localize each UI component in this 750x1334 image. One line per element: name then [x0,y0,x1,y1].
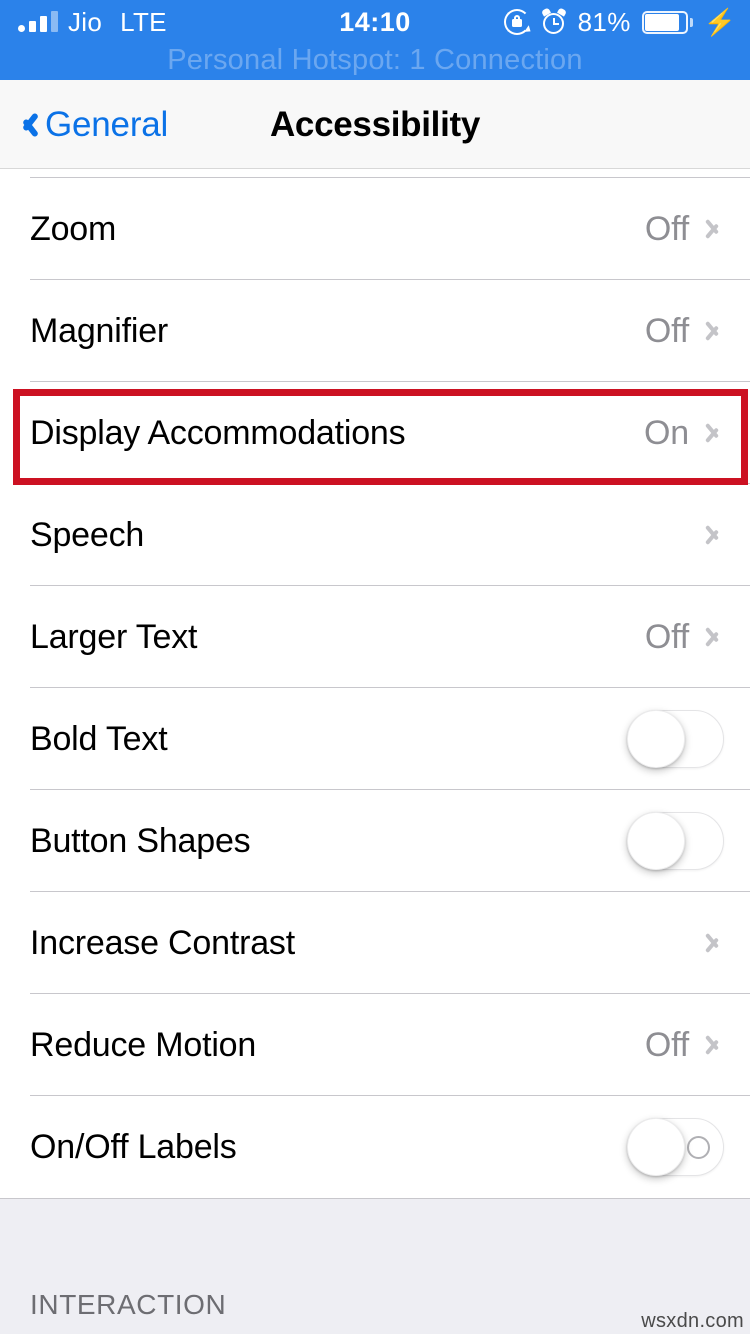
chevron-right-icon [707,520,724,550]
chevron-right-icon [707,928,724,958]
row-label: Speech [30,515,145,554]
iphone-screen: Jio LTE 14:10 81% ⚡ Personal Hotspot: 1 … [0,0,750,1334]
chevron-right-icon [707,622,724,652]
settings-row-speech[interactable]: Speech [0,484,750,586]
list-top-separator [0,169,750,178]
settings-row-reduce-motion[interactable]: Reduce Motion Off [0,994,750,1096]
section-header-interaction: INTERACTION [30,1289,227,1320]
row-value: Off [644,617,689,656]
chevron-right-icon [707,418,724,448]
toggle-knob [627,812,685,870]
row-label: Button Shapes [30,821,251,860]
rotation-lock-icon [503,9,533,35]
settings-row-zoom[interactable]: Zoom Off [0,178,750,280]
row-label: Bold Text [30,719,168,758]
row-accessory: Off [645,210,724,249]
row-accessory [689,928,724,958]
chevron-right-icon [707,214,724,244]
battery-percent-label: 81% [577,6,631,37]
battery-icon [641,10,693,34]
chevron-right-icon [707,316,724,346]
settings-row-increase-contrast[interactable]: Increase Contrast [0,892,750,994]
chevron-right-icon [707,1030,724,1060]
row-label: Magnifier [30,311,169,350]
row-label: On/Off Labels [30,1127,237,1166]
settings-row-button-shapes[interactable]: Button Shapes [0,790,750,892]
row-accessory: Off [645,312,724,351]
page-title: Accessibility [269,104,481,144]
alarm-clock-icon [540,7,567,35]
row-value: Off [644,311,689,350]
row-accessory: Off [645,618,724,657]
row-value: On [644,413,689,452]
settings-row-larger-text[interactable]: Larger Text Off [0,586,750,688]
row-value: Off [644,209,689,248]
row-label: Reduce Motion [30,1025,257,1064]
toggle-knob [627,710,685,768]
on-off-labels-toggle[interactable] [627,1118,724,1176]
settings-row-on-off-labels[interactable]: On/Off Labels [0,1096,750,1198]
settings-row-bold-text[interactable]: Bold Text [0,688,750,790]
row-accessory [689,520,724,550]
row-accessory [627,710,724,768]
section-separator: INTERACTION wsxdn.com [0,1198,750,1334]
settings-list: Zoom Off Magnifier Off Display Accommoda… [0,169,750,1334]
row-label: Larger Text [30,617,198,656]
row-label: Zoom [30,209,117,248]
button-shapes-toggle[interactable] [627,812,724,870]
row-accessory [627,812,724,870]
settings-row-display-accommodations[interactable]: Display Accommodations On [0,382,750,484]
row-label: Increase Contrast [30,923,295,962]
navigation-bar: General Accessibility [0,80,750,169]
row-value: Off [644,1025,689,1064]
settings-row-magnifier[interactable]: Magnifier Off [0,280,750,382]
watermark: wsxdn.com [641,1310,744,1332]
toggle-knob [627,1118,685,1176]
row-accessory [627,1118,724,1176]
row-label: Display Accommodations [30,413,406,452]
personal-hotspot-banner[interactable]: Personal Hotspot: 1 Connection [0,40,750,80]
row-accessory: Off [645,1026,724,1065]
off-label-circle-icon [687,1135,710,1159]
charging-bolt-icon: ⚡ [703,7,736,37]
row-accessory: On [644,414,724,453]
bold-text-toggle[interactable] [627,710,724,768]
status-bar-right: 81% ⚡ [503,0,736,44]
